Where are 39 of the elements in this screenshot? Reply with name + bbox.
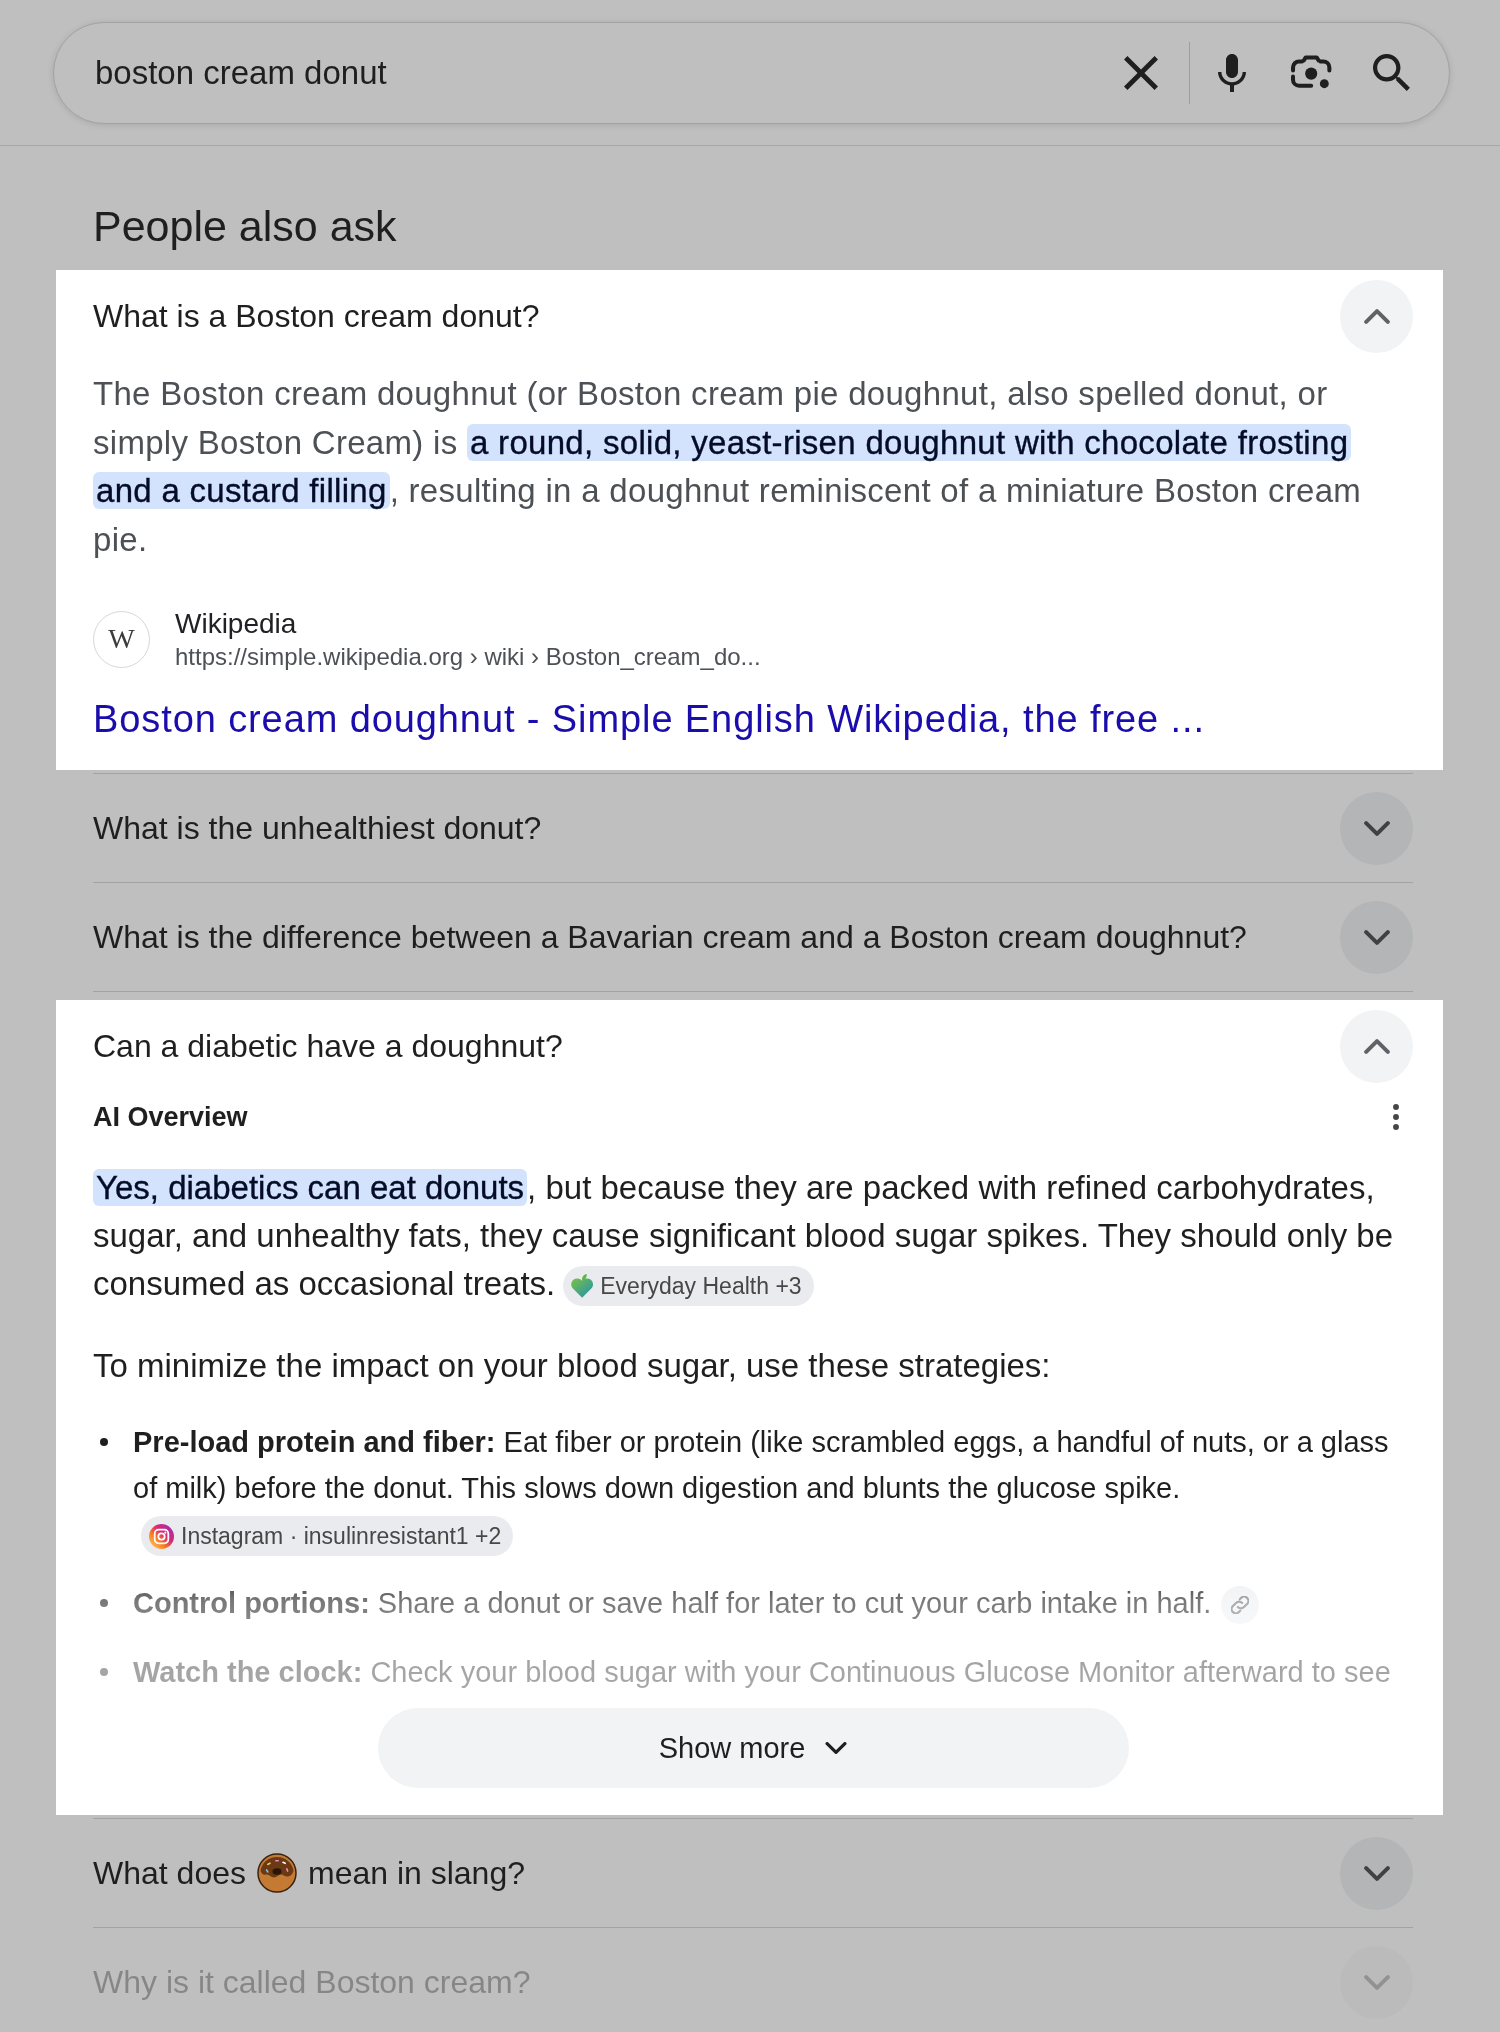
question-text[interactable]: Can a diabetic have a doughnut? (93, 1027, 563, 1065)
section-heading: People also ask (93, 201, 398, 251)
search-input[interactable]: boston cream donut (95, 54, 1124, 92)
bullet-icon (100, 1438, 108, 1446)
chevron-up-icon (1363, 1038, 1390, 1054)
source-chip[interactable]: Instagram · insulinresistant1 +2 (141, 1516, 514, 1557)
question-text[interactable]: What is the unhealthiest donut? (93, 809, 542, 847)
bullet-text: Watch the clock: Check your blood sugar with your Continuous Glucose Monitor afterward to see (133, 1656, 1391, 1688)
site-logo: W (93, 610, 150, 668)
link-icon (1231, 1596, 1250, 1615)
show-more-button[interactable]: Show more (377, 1708, 1129, 1788)
source-url: https://simple.wikipedia.org › wiki › Boston_cream_do... (175, 642, 761, 672)
search-icon[interactable] (1373, 54, 1411, 92)
overview-label: AI Overview (93, 1101, 248, 1133)
question-text[interactable]: What does (93, 1854, 246, 1892)
chevron-down-icon (1363, 820, 1390, 836)
chevron-down-icon (825, 1742, 848, 1754)
result-link[interactable]: Boston cream doughnut - Simple English Wikipedia, the free ... (93, 694, 1205, 770)
question-text[interactable]: What is a Boston cream donut? (93, 297, 540, 335)
bullet-icon (100, 1668, 108, 1676)
source-name: Wikipedia (175, 607, 298, 641)
source-chip[interactable]: Everyday Health +3 (563, 1266, 814, 1307)
bullet-text: Control portions: Share a donut or save half for later to cut your carb intake in half. (133, 1587, 1212, 1619)
chevron-down-icon (1363, 1865, 1390, 1881)
bullet-icon (100, 1599, 108, 1607)
chevron-down-icon (1363, 1974, 1390, 1990)
chevron-down-icon (1363, 929, 1390, 945)
overview-intro: To minimize the impact on your blood sugar, use these strategies: (93, 1346, 1052, 1386)
bullet-text: Pre-load protein and fiber: Eat fiber or protein (like scrambled eggs, a handful of nuts, or a glass of milk) before the donut. This slows down digestion and blunts the glucose spike. (133, 1426, 1389, 1504)
answer-text: The Boston cream doughnut (or Boston cream pie doughnut, also spelled donut, or simply Boston Cream) is a round, solid, yeast-risen doughnut with chocolate frosting and a custard filling, resulting in a doughnut reminiscent of a miniature Boston cream pie. (93, 374, 1363, 560)
microphone-icon[interactable] (1218, 54, 1246, 92)
camera-icon (149, 1523, 174, 1549)
question-text[interactable]: What is the difference between a Bavarian cream and a Boston cream doughnut? (93, 918, 1247, 956)
chevron-up-icon (1363, 308, 1390, 324)
more-vertical-icon (1393, 1104, 1399, 1130)
heart-leaf-icon (571, 1274, 594, 1299)
question-text[interactable]: mean in slang? (307, 1854, 525, 1892)
donut-icon (256, 1853, 297, 1893)
close-icon[interactable] (1124, 56, 1158, 90)
